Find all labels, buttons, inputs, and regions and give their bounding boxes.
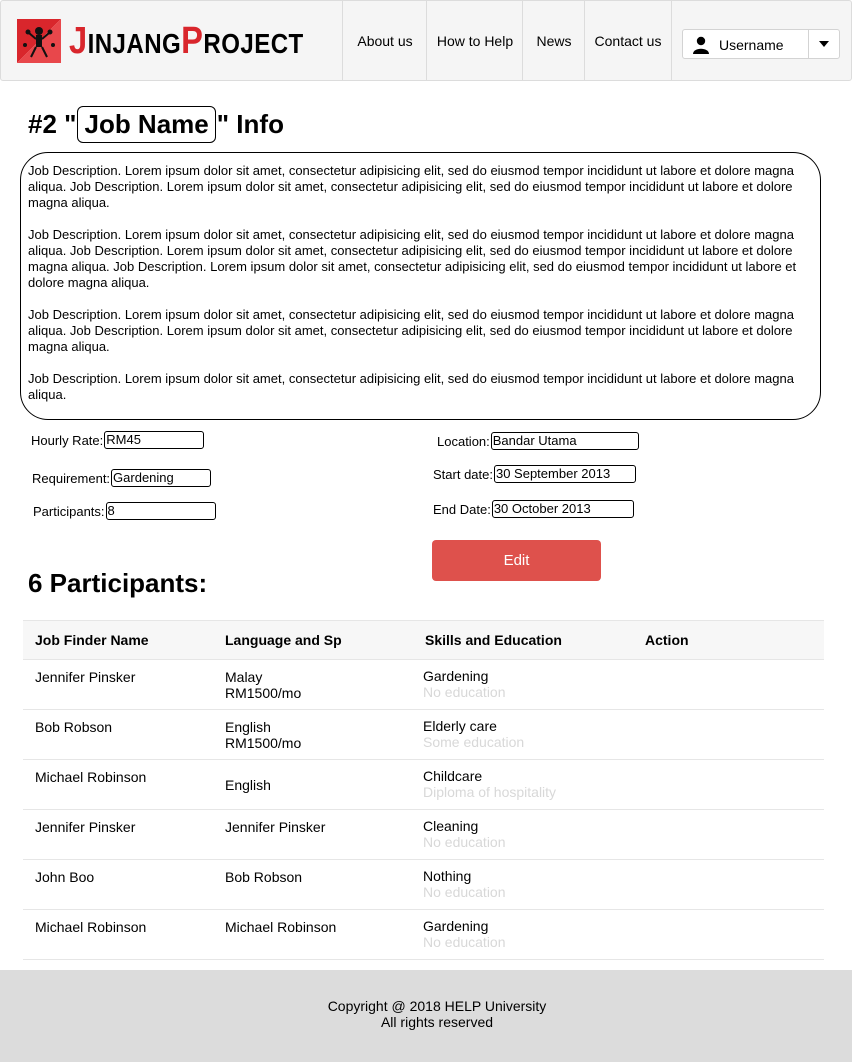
participants-table: Job Finder Name Language and Sp Skills a…: [23, 620, 824, 960]
nav-label: News: [536, 32, 572, 49]
finder-name: Jennifer Pinsker: [35, 669, 136, 685]
column-header: Action: [645, 632, 689, 648]
hourly-rate-label: Hourly Rate:: [31, 432, 104, 448]
brand-name: JINJANGPROJECT: [69, 19, 304, 62]
finder-name: Michael Robinson: [35, 919, 147, 935]
nav-label: About us: [357, 32, 413, 49]
skills-cell: Cleaning No education: [423, 818, 506, 850]
title-prefix: #2 ": [28, 109, 77, 139]
title-suffix: " Info: [216, 109, 284, 139]
page-title: #2 " Job Name " Info: [28, 106, 284, 143]
skill: Gardening: [423, 918, 489, 934]
education: Some education: [423, 734, 525, 750]
column-header: Job Finder Name: [35, 632, 149, 648]
finder-name: John Boo: [35, 869, 95, 885]
copyright-text: Copyright @ 2018 HELP University: [327, 998, 547, 1014]
rights-text: All rights reserved: [380, 1014, 494, 1030]
table-row[interactable]: Bob Robson English RM1500/mo Elderly care…: [23, 710, 824, 760]
language-cell: English RM1500/mo: [225, 719, 301, 751]
user-dropdown[interactable]: Username: [682, 29, 840, 59]
brand[interactable]: JINJANGPROJECT: [17, 19, 342, 63]
skill: Childcare: [423, 768, 483, 784]
footer: Copyright @ 2018 HELP University All rig…: [0, 970, 852, 1062]
description-paragraph: Job Description. Lorem ipsum dolor sit a…: [28, 227, 797, 290]
language: English: [225, 777, 271, 793]
start-date-field: Start date: 30 September 2013: [433, 465, 636, 483]
requirement-label: Requirement:: [32, 470, 111, 486]
column-header: Skills and Education: [425, 632, 562, 648]
language: Michael Robinson: [225, 919, 337, 935]
location-input[interactable]: Bandar Utama: [490, 432, 639, 450]
finder-name: Jennifer Pinsker: [35, 819, 136, 835]
job-name-field[interactable]: Job Name: [77, 106, 216, 143]
table-row[interactable]: Michael Robinson English Childcare Diplom…: [23, 760, 824, 810]
participants-title: 6 Participants:: [28, 568, 208, 598]
salary: RM1500/mo: [225, 735, 302, 751]
finder-name: Bob Robson: [35, 719, 113, 735]
logo-icon: [17, 19, 61, 63]
nav-label: How to Help: [436, 32, 514, 49]
hourly-rate-field: Hourly Rate: RM45: [31, 431, 205, 449]
location-label: Location:: [437, 433, 490, 449]
table-row[interactable]: John Boo Bob Robson Nothing No education: [23, 860, 824, 910]
hourly-rate-input[interactable]: RM45: [104, 431, 205, 449]
skills-cell: Childcare Diploma of hospitality: [423, 768, 556, 800]
start-date-label: Start date:: [433, 466, 493, 482]
username-label: Username: [719, 37, 784, 53]
nav-news[interactable]: News: [522, 1, 585, 80]
skills-cell: Gardening No education: [423, 668, 506, 700]
skill: Gardening: [423, 668, 489, 684]
table-row[interactable]: Jennifer Pinsker Jennifer Pinsker Cleani…: [23, 810, 824, 860]
location-field: Location: Bandar Utama: [437, 432, 639, 450]
nav-contact-us[interactable]: Contact us: [584, 1, 672, 80]
nav-how-to-help[interactable]: How to Help: [426, 1, 523, 80]
participants-field: Participants: 8: [33, 502, 216, 520]
skill: Nothing: [423, 868, 472, 884]
table-header: Job Finder Name Language and Sp Skills a…: [23, 620, 824, 660]
participants-label: Participants:: [33, 503, 105, 519]
language: English: [225, 719, 271, 735]
table-row[interactable]: Michael Robinson Michael Robinson Garden…: [23, 910, 824, 960]
skills-cell: Nothing No education: [423, 868, 506, 900]
column-header: Language and Sp: [225, 632, 342, 648]
education: No education: [423, 834, 506, 850]
table-row[interactable]: Jennifer Pinsker Malay RM1500/mo Gardenin…: [23, 660, 824, 710]
job-description[interactable]: Job Description. Lorem ipsum dolor sit a…: [20, 152, 821, 420]
requirement-field: Requirement: Gardening: [32, 469, 212, 487]
start-date-input[interactable]: 30 September 2013: [493, 465, 636, 483]
description-paragraph: Job Description. Lorem ipsum dolor sit a…: [28, 307, 794, 354]
skills-cell: Gardening No education: [423, 918, 506, 950]
skill: Cleaning: [423, 818, 479, 834]
edit-button[interactable]: Edit: [432, 540, 601, 581]
education: No education: [423, 884, 506, 900]
user-icon: [692, 36, 710, 59]
skill: Elderly care: [423, 718, 497, 734]
language: Bob Robson: [225, 869, 303, 885]
end-date-input[interactable]: 30 October 2013: [491, 500, 634, 518]
language: Malay: [225, 669, 263, 685]
language-cell: Malay RM1500/mo: [225, 669, 301, 701]
description-paragraph: Job Description. Lorem ipsum dolor sit a…: [28, 371, 794, 402]
nav-about-us[interactable]: About us: [342, 1, 427, 80]
finder-name: Michael Robinson: [35, 769, 147, 785]
nav-label: Contact us: [594, 32, 662, 49]
language: Jennifer Pinsker: [225, 819, 326, 835]
education: No education: [423, 684, 506, 700]
salary: RM1500/mo: [225, 685, 302, 701]
end-date-field: End Date: 30 October 2013: [433, 500, 634, 518]
education: No education: [423, 934, 506, 950]
chevron-down-icon[interactable]: [808, 30, 839, 58]
participants-input[interactable]: 8: [105, 502, 216, 520]
description-paragraph: Job Description. Lorem ipsum dolor sit a…: [28, 163, 794, 210]
requirement-input[interactable]: Gardening: [111, 469, 212, 487]
end-date-label: End Date:: [433, 501, 491, 517]
education: Diploma of hospitality: [423, 784, 557, 800]
navbar: JINJANGPROJECT About us How to Help News…: [0, 0, 852, 81]
skills-cell: Elderly care Some education: [423, 718, 524, 750]
